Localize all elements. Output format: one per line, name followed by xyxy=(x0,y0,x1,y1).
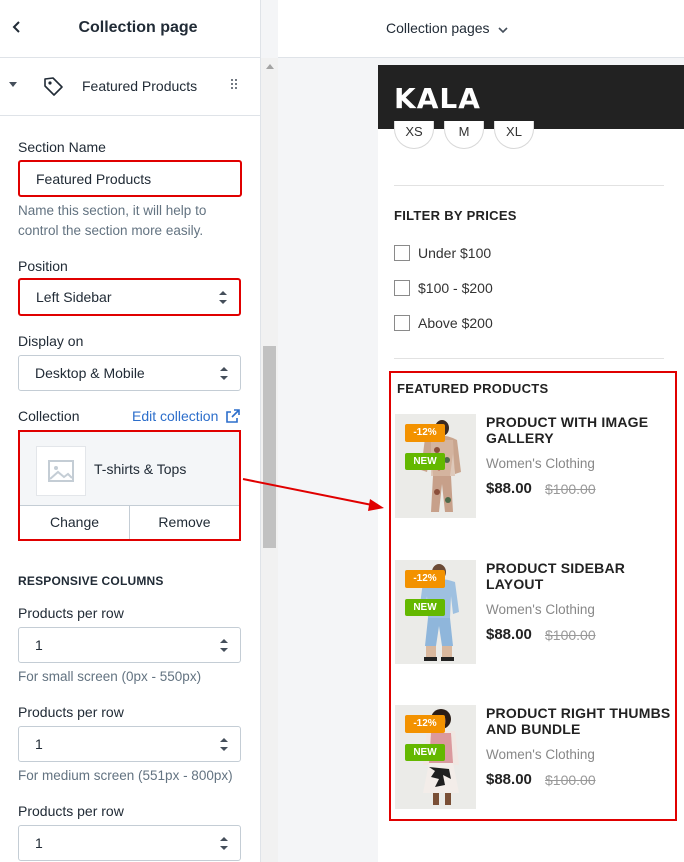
drag-handle-icon[interactable] xyxy=(230,79,238,91)
products-per-row-select[interactable]: 1 xyxy=(18,825,241,861)
collapse-caret-icon[interactable] xyxy=(9,82,17,87)
section-name-hint: Name this section, it will help to contr… xyxy=(18,203,207,238)
store-header: KALA xyxy=(378,65,684,129)
collection-name: T-shirts & Tops xyxy=(94,461,187,477)
product-price: $88.00 xyxy=(486,771,532,788)
products-per-row-value: 1 xyxy=(35,637,43,653)
select-arrows-icon xyxy=(220,738,228,751)
change-button[interactable]: Change xyxy=(20,506,130,539)
divider xyxy=(394,358,664,359)
chevron-down-icon[interactable] xyxy=(498,22,508,40)
products-per-row-hint: For small screen (0px - 550px) xyxy=(18,669,202,684)
responsive-columns-heading: RESPONSIVE COLUMNS xyxy=(18,574,164,588)
size-option[interactable]: XL xyxy=(494,121,534,149)
size-option[interactable]: XS xyxy=(394,121,434,149)
product-image[interactable]: -12% NEW xyxy=(395,560,476,664)
page-selector[interactable]: Collection pages xyxy=(386,20,490,36)
select-arrows-icon xyxy=(220,639,228,652)
new-badge: NEW xyxy=(405,599,445,616)
sale-badge: -12% xyxy=(405,424,445,442)
panel-header: Collection page xyxy=(0,0,260,58)
size-option[interactable]: M xyxy=(444,121,484,149)
filter-title: FILTER BY PRICES xyxy=(394,208,517,223)
product-card[interactable]: -12% NEW PRODUCT RIGHT THUMBS AND BUNDLE… xyxy=(395,705,675,809)
image-placeholder-icon xyxy=(36,446,86,496)
product-card[interactable]: -12% NEW PRODUCT SIDEBAR LAYOUT Women's … xyxy=(395,560,675,664)
products-per-row-label: Products per row xyxy=(18,704,124,720)
position-label: Position xyxy=(18,258,68,274)
select-arrows-icon xyxy=(220,837,228,850)
price-filter-label[interactable]: Above $200 xyxy=(418,315,493,331)
product-category: Women's Clothing xyxy=(486,456,595,471)
product-card[interactable]: -12% NEW PRODUCT WITH IMAGE GALLERY Wome… xyxy=(395,414,675,518)
panel-title: Collection page xyxy=(78,19,198,36)
price-filter-label[interactable]: $100 - $200 xyxy=(418,280,493,296)
section-label: Featured Products xyxy=(82,78,198,94)
collection-picker: T-shirts & Tops Change Remove xyxy=(18,430,241,541)
price-filter-label[interactable]: Under $100 xyxy=(418,245,491,261)
price-filter-checkbox[interactable] xyxy=(394,245,410,261)
featured-products-title: FEATURED PRODUCTS xyxy=(397,381,549,396)
display-on-select[interactable]: Desktop & Mobile xyxy=(18,355,241,391)
price-filter-checkbox[interactable] xyxy=(394,315,410,331)
section-name-label: Section Name xyxy=(18,139,106,155)
product-name[interactable]: PRODUCT WITH IMAGE GALLERY xyxy=(486,414,671,446)
store-logo[interactable]: KALA xyxy=(394,82,481,115)
settings-panel: Collection page Featured Products Sectio… xyxy=(0,0,261,862)
scrollbar-thumb[interactable] xyxy=(263,346,276,548)
products-per-row-value: 1 xyxy=(35,835,43,851)
product-price: $88.00 xyxy=(486,626,532,643)
products-per-row-hint: For medium screen (551px - 800px) xyxy=(18,768,233,783)
product-name[interactable]: PRODUCT RIGHT THUMBS AND BUNDLE xyxy=(486,705,671,737)
divider xyxy=(394,185,664,186)
position-select[interactable]: Left Sidebar xyxy=(18,278,241,316)
products-per-row-label: Products per row xyxy=(18,803,124,819)
featured-products-section: FEATURED PRODUCTS -12% NEW PRODUCT WITH … xyxy=(389,371,677,821)
position-value: Left Sidebar xyxy=(36,289,112,305)
preview-topbar: Collection pages xyxy=(278,0,684,58)
section-name-input[interactable]: Featured Products xyxy=(18,160,242,197)
edit-collection-link[interactable]: Edit collection xyxy=(132,408,218,424)
select-arrows-icon xyxy=(220,367,228,380)
sale-badge: -12% xyxy=(405,715,445,733)
product-category: Women's Clothing xyxy=(486,747,595,762)
new-badge: NEW xyxy=(405,453,445,470)
products-per-row-value: 1 xyxy=(35,736,43,752)
product-old-price: $100.00 xyxy=(545,627,596,643)
products-per-row-select[interactable]: 1 xyxy=(18,627,241,663)
display-on-label: Display on xyxy=(18,333,84,349)
product-name[interactable]: PRODUCT SIDEBAR LAYOUT xyxy=(486,560,671,592)
tag-icon xyxy=(42,75,64,102)
section-header[interactable]: Featured Products xyxy=(0,58,260,116)
storefront-preview: KALA XS M XL FILTER BY PRICES Under $100… xyxy=(378,65,684,862)
product-price: $88.00 xyxy=(486,480,532,497)
new-badge: NEW xyxy=(405,744,445,761)
collection-label: Collection xyxy=(18,408,80,424)
product-image[interactable]: -12% NEW xyxy=(395,705,476,809)
collection-actions: Change Remove xyxy=(20,505,239,539)
price-filter-checkbox[interactable] xyxy=(394,280,410,296)
product-category: Women's Clothing xyxy=(486,602,595,617)
product-image[interactable]: -12% NEW xyxy=(395,414,476,518)
products-per-row-label: Products per row xyxy=(18,605,124,621)
scroll-up-icon[interactable] xyxy=(266,64,274,69)
sale-badge: -12% xyxy=(405,570,445,588)
product-old-price: $100.00 xyxy=(545,481,596,497)
display-on-value: Desktop & Mobile xyxy=(35,365,145,381)
select-arrows-icon xyxy=(219,291,227,304)
external-link-icon[interactable] xyxy=(226,409,240,428)
products-per-row-select[interactable]: 1 xyxy=(18,726,241,762)
panel-scrollbar[interactable] xyxy=(261,58,278,862)
product-old-price: $100.00 xyxy=(545,772,596,788)
remove-button[interactable]: Remove xyxy=(130,506,239,539)
